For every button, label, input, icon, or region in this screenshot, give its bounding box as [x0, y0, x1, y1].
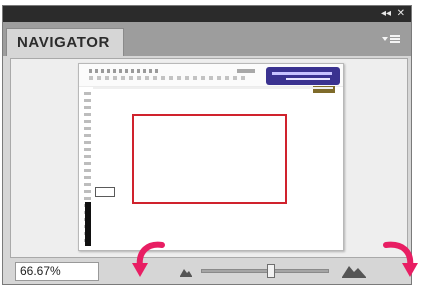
zoom-slider-track[interactable]	[201, 269, 329, 273]
panel-tabstrip: NAVIGATOR	[3, 22, 411, 57]
close-icon[interactable]: ✕	[397, 8, 405, 20]
thumbnail-ruler	[93, 87, 333, 89]
thumbnail-options-bar	[89, 76, 249, 80]
curved-arrow-annotation-icon	[378, 237, 420, 279]
panel-menu-icon[interactable]	[381, 32, 401, 46]
curved-arrow-annotation-icon	[130, 237, 172, 279]
navigator-panel: ◂◂ ✕ NAVIGATOR 66.67%	[2, 5, 412, 285]
thumbnail-tool-chip	[237, 69, 255, 73]
tab-navigator[interactable]: NAVIGATOR	[6, 28, 124, 56]
view-area-rectangle[interactable]	[132, 114, 287, 204]
document-thumbnail[interactable]	[78, 63, 344, 251]
zoom-slider-thumb[interactable]	[267, 264, 276, 278]
thumbnail-toolbar	[79, 64, 343, 87]
preview-area	[10, 58, 408, 258]
panel-titlebar: ◂◂ ✕	[3, 6, 411, 22]
thumbnail-logo	[266, 67, 340, 85]
thumbnail-label-box	[95, 187, 115, 197]
thumbnail-color-swatch	[85, 202, 91, 246]
navigator-content	[3, 56, 411, 258]
collapse-panels-icon[interactable]: ◂◂	[381, 8, 391, 20]
thumbnail-menu-bar	[89, 69, 161, 73]
zoom-in-mountain-icon[interactable]	[341, 262, 367, 278]
zoom-bar: 66.67%	[3, 258, 411, 284]
zoom-percentage-field[interactable]: 66.67%	[15, 262, 99, 281]
zoom-out-mountain-icon[interactable]	[179, 264, 193, 277]
